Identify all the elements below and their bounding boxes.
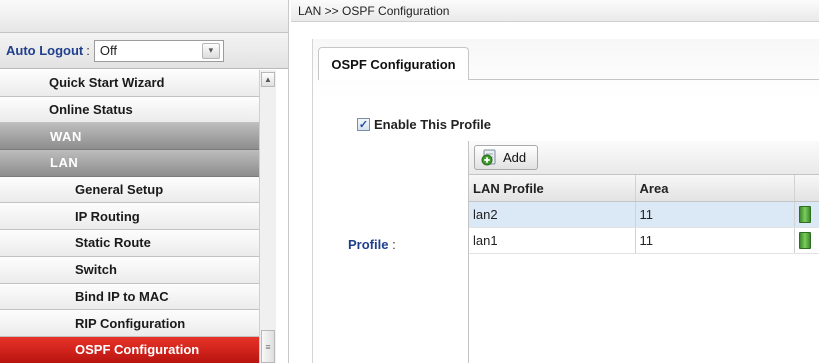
scrollbar-thumb[interactable]: ≡ (261, 330, 275, 363)
tab-divider (468, 79, 819, 80)
auto-logout-select[interactable]: Off ▾ (93, 39, 224, 62)
menu-item-lan[interactable]: LAN (0, 150, 259, 177)
menu-item-online-status[interactable]: Online Status (0, 96, 259, 124)
column-header-lan-profile[interactable]: LAN Profile (469, 175, 636, 201)
profile-label-text: Profile (348, 237, 389, 252)
auto-logout-value: Off (99, 43, 117, 58)
chevron-down-icon[interactable]: ▾ (201, 42, 220, 59)
add-icon (481, 149, 496, 166)
auto-logout-bar: Auto Logout : Off ▾ (0, 33, 288, 69)
table-row[interactable]: lan2 11 (469, 202, 819, 228)
menu-item-ospf-configuration[interactable]: OSPF Configuration (0, 336, 259, 363)
sidebar-menu: Quick Start Wizard Online Status WAN LAN… (0, 70, 259, 363)
grid-toolbar: Add (469, 141, 819, 175)
menu-item-switch[interactable]: Switch (0, 256, 259, 284)
scroll-up-arrow-icon[interactable]: ▲ (261, 72, 275, 87)
row-actions (795, 228, 819, 253)
menu-item-wan[interactable]: WAN (0, 123, 259, 151)
cell-lan-profile: lan1 (469, 228, 636, 253)
menu-item-rip-configuration[interactable]: RIP Configuration (0, 310, 259, 337)
menu-item-bind-ip-to-mac[interactable]: Bind IP to MAC (0, 283, 259, 311)
grid-header: LAN Profile Area (469, 175, 819, 202)
trash-icon[interactable] (799, 232, 812, 249)
sidebar-header (0, 0, 288, 33)
menu-item-static-route[interactable]: Static Route (0, 230, 259, 257)
profile-grid: Add LAN Profile Area lan2 11 lan1 11 (468, 141, 819, 363)
auto-logout-colon: : (86, 43, 90, 58)
column-header-area[interactable]: Area (636, 175, 796, 201)
add-button[interactable]: Add (474, 145, 538, 170)
trash-icon[interactable] (799, 206, 812, 223)
menu-item-quick-start-wizard[interactable]: Quick Start Wizard (0, 70, 259, 97)
tab-ospf-configuration[interactable]: OSPF Configuration (318, 47, 469, 80)
checkbox-checked-icon[interactable]: ✓ (357, 118, 370, 131)
main-content: LAN >> OSPF Configuration OSPF Configura… (291, 0, 819, 363)
cell-area: 11 (636, 228, 796, 253)
menu-item-general-setup[interactable]: General Setup (0, 176, 259, 204)
cell-area: 11 (636, 202, 796, 227)
enable-profile-label: Enable This Profile (374, 117, 492, 132)
profile-label: Profile : (348, 237, 396, 252)
add-button-label: Add (503, 150, 527, 165)
profile-label-colon: : (392, 237, 396, 252)
table-row[interactable]: lan1 11 (469, 228, 819, 254)
sidebar: Auto Logout : Off ▾ Quick Start Wizard O… (0, 0, 289, 363)
column-header-actions (795, 175, 819, 201)
row-actions (795, 202, 819, 227)
menu-item-ip-routing[interactable]: IP Routing (0, 203, 259, 231)
sidebar-scrollbar[interactable]: ▲ ≡ (259, 70, 276, 363)
breadcrumb: LAN >> OSPF Configuration (291, 0, 819, 22)
cell-lan-profile: lan2 (469, 202, 636, 227)
auto-logout-label: Auto Logout (6, 43, 84, 58)
enable-profile-option[interactable]: ✓ Enable This Profile (357, 117, 491, 132)
